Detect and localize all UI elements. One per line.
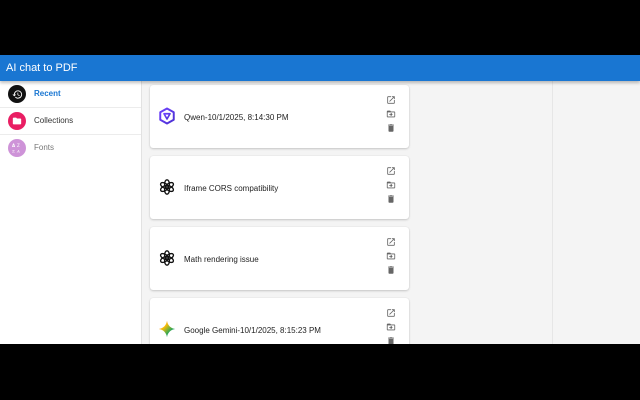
- delete-icon[interactable]: [386, 194, 396, 204]
- svg-text:A: A: [12, 143, 16, 148]
- sidebar-item-label: Fonts: [34, 143, 55, 152]
- chat-card[interactable]: Google Gemini-10/1/2025, 8:15:23 PM: [150, 298, 409, 344]
- qwen-logo-icon: [158, 107, 176, 125]
- chatgpt-logo-icon: [158, 249, 176, 267]
- chat-card[interactable]: Math rendering issue: [150, 227, 409, 290]
- main-content: Qwen-10/1/2025, 8:14:30 PM Iframe CORS c…: [142, 81, 640, 344]
- chat-actions: [386, 95, 396, 137]
- open-external-icon[interactable]: [386, 237, 396, 247]
- chat-title: Google Gemini-10/1/2025, 8:15:23 PM: [184, 326, 321, 335]
- delete-icon[interactable]: [386, 265, 396, 275]
- history-icon: [8, 85, 26, 103]
- app-title: AI chat to PDF: [6, 62, 78, 74]
- delete-icon[interactable]: [386, 123, 396, 133]
- chat-actions: [386, 308, 396, 344]
- chat-card[interactable]: Qwen-10/1/2025, 8:14:30 PM: [150, 85, 409, 148]
- gemini-logo-icon: [158, 320, 176, 338]
- chatgpt-logo-icon: [158, 178, 176, 196]
- chat-title: Qwen-10/1/2025, 8:14:30 PM: [184, 113, 289, 122]
- sidebar-item-label: Collections: [34, 116, 74, 125]
- chat-title: Iframe CORS compatibility: [184, 184, 279, 193]
- sidebar-item-collections[interactable]: Collections: [0, 108, 141, 135]
- delete-icon[interactable]: [386, 336, 396, 344]
- chat-actions: [386, 166, 396, 208]
- move-to-folder-icon[interactable]: [386, 322, 396, 332]
- chat-actions: [386, 237, 396, 279]
- chat-card[interactable]: Iframe CORS compatibility: [150, 156, 409, 219]
- move-to-folder-icon[interactable]: [386, 251, 396, 261]
- sidebar: Recent Collections A Z Z A Fonts: [0, 81, 142, 344]
- open-external-icon[interactable]: [386, 166, 396, 176]
- svg-text:Z: Z: [17, 143, 20, 148]
- sidebar-item-fonts[interactable]: A Z Z A Fonts: [0, 135, 141, 162]
- move-to-folder-icon[interactable]: [386, 109, 396, 119]
- move-to-folder-icon[interactable]: [386, 180, 396, 190]
- sidebar-item-label: Recent: [34, 89, 61, 98]
- chat-list: Qwen-10/1/2025, 8:14:30 PM Iframe CORS c…: [150, 85, 409, 344]
- folder-icon: [8, 112, 26, 130]
- open-external-icon[interactable]: [386, 308, 396, 318]
- chat-title: Math rendering issue: [184, 255, 259, 264]
- open-external-icon[interactable]: [386, 95, 396, 105]
- app-bar: AI chat to PDF: [0, 55, 640, 81]
- fonts-icon: A Z Z A: [8, 139, 26, 157]
- sidebar-item-recent[interactable]: Recent: [0, 81, 141, 108]
- app-window: AI chat to PDF Recent Collections A Z Z …: [0, 55, 640, 344]
- svg-text:A: A: [16, 149, 20, 154]
- panel-divider: [552, 81, 553, 344]
- svg-text:Z: Z: [12, 149, 15, 154]
